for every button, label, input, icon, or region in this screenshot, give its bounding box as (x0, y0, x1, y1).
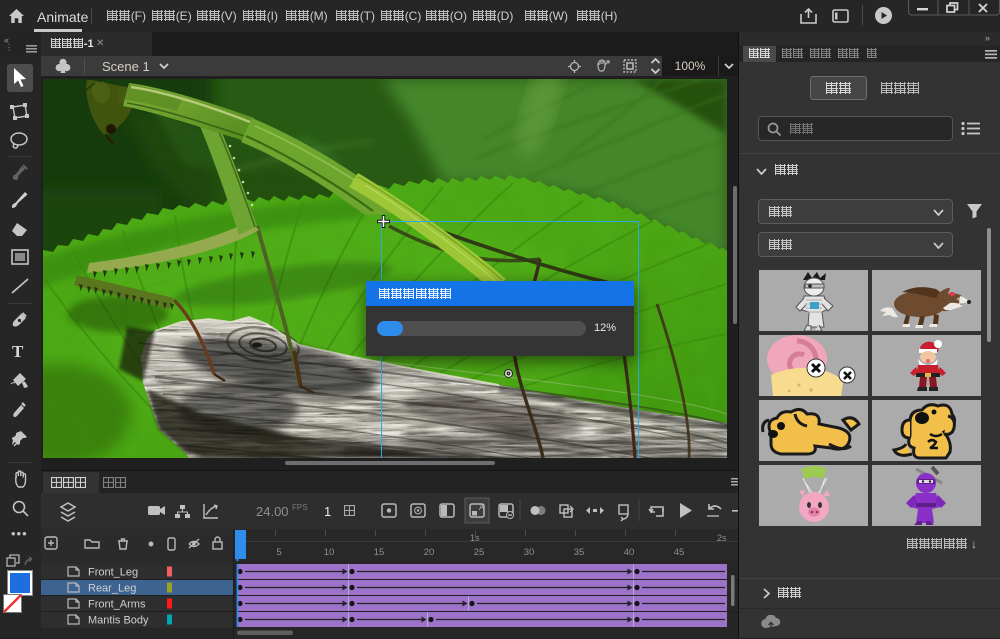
svg-text:40: 40 (624, 547, 635, 558)
svg-text:A: A (479, 503, 485, 512)
svg-text:20: 20 (424, 547, 435, 558)
svg-text:Front_Leg: Front_Leg (88, 567, 138, 579)
svg-text:1: 1 (324, 504, 331, 519)
svg-text:24.00: 24.00 (256, 504, 289, 519)
svg-text:2s: 2s (717, 533, 727, 543)
svg-text:30: 30 (524, 547, 535, 558)
svg-text:25: 25 (474, 547, 485, 558)
svg-text:15: 15 (374, 547, 385, 558)
svg-text:Rear_Leg: Rear_Leg (88, 583, 136, 595)
svg-text:Mantis Body: Mantis Body (88, 615, 149, 627)
svg-text:1s: 1s (470, 533, 480, 543)
svg-text:10: 10 (324, 547, 335, 558)
svg-text:FPS: FPS (292, 503, 308, 512)
svg-text:Front_Arms: Front_Arms (88, 599, 146, 611)
svg-text:35: 35 (574, 547, 585, 558)
svg-text:5: 5 (276, 547, 281, 558)
svg-text:45: 45 (674, 547, 685, 558)
